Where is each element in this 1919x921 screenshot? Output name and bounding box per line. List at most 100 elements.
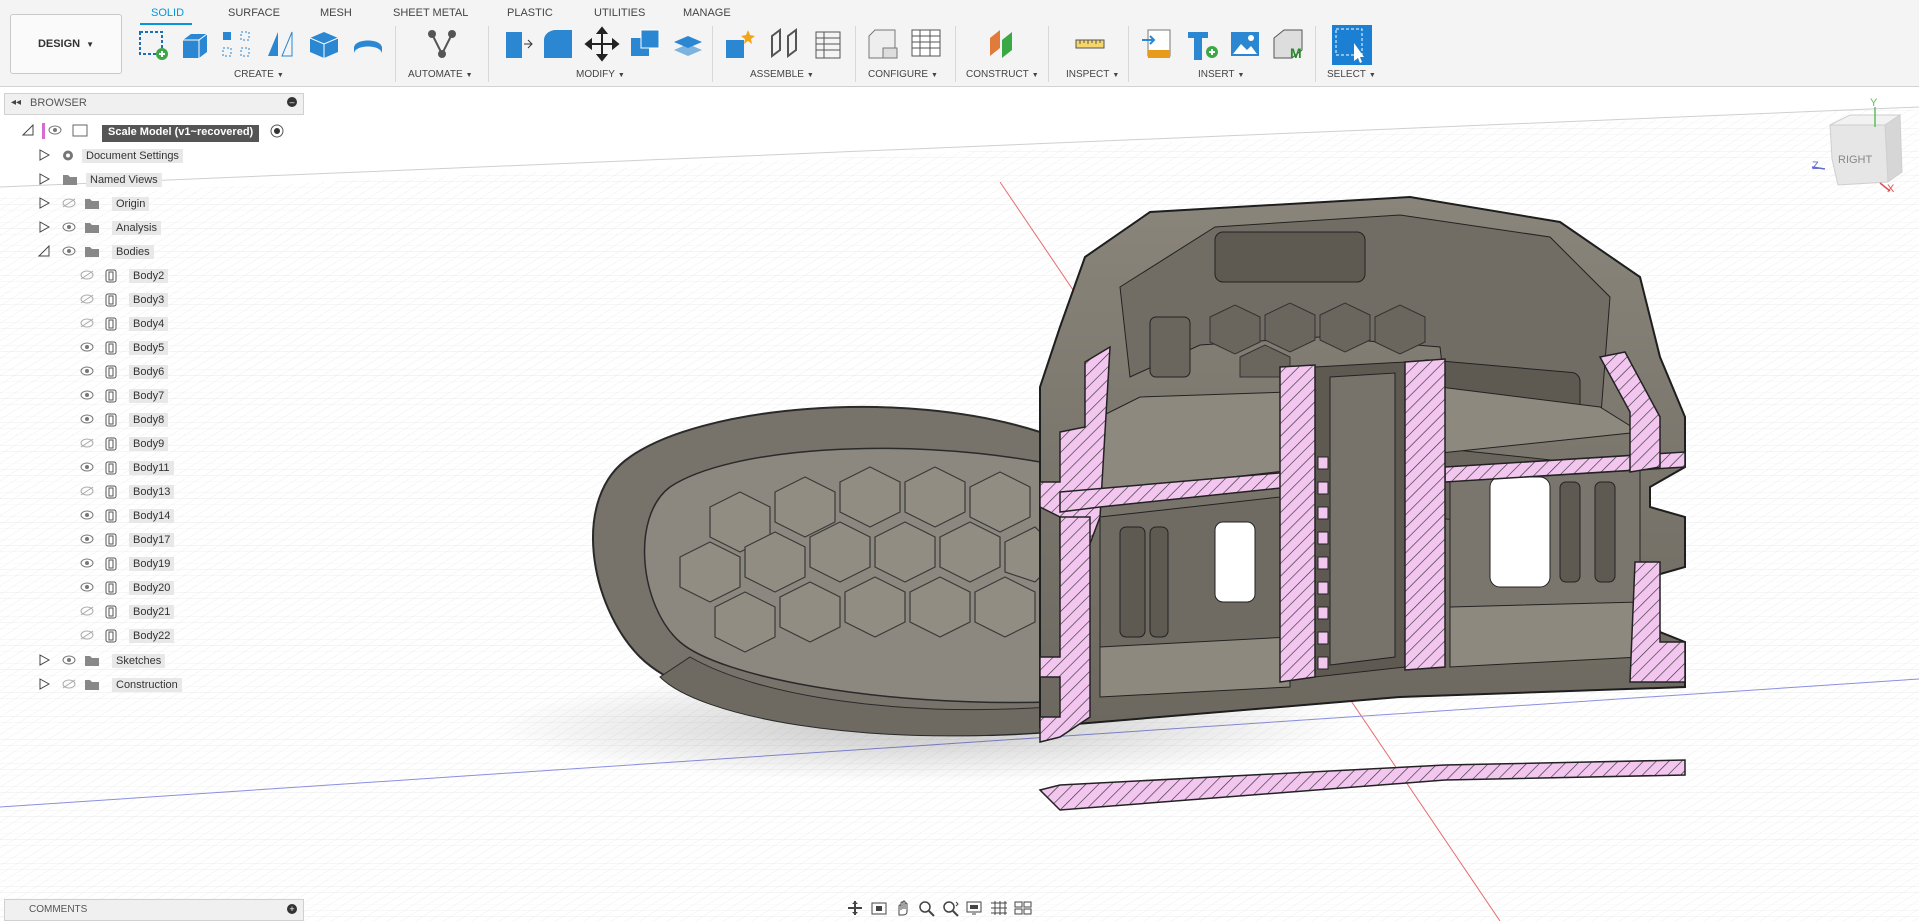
- tree-item-body[interactable]: Body3: [0, 289, 300, 311]
- tree-item-sketches[interactable]: Sketches: [0, 650, 300, 672]
- configure-icon[interactable]: [865, 26, 901, 62]
- tab-sheet-metal[interactable]: SHEET METAL: [393, 7, 468, 19]
- fit-window-icon[interactable]: [941, 899, 961, 917]
- press-pull-icon[interactable]: [500, 26, 536, 62]
- configuration-table-icon[interactable]: [908, 26, 944, 62]
- eye-icon[interactable]: [80, 414, 94, 424]
- construct-menu[interactable]: CONSTRUCT ▼: [966, 69, 1039, 80]
- pattern-icon[interactable]: [219, 26, 255, 62]
- eye-hidden-icon[interactable]: [80, 270, 94, 280]
- tree-item-body[interactable]: Body6: [0, 361, 300, 383]
- eye-icon[interactable]: [80, 366, 94, 376]
- tree-item-body[interactable]: Body8: [0, 409, 300, 431]
- tree-item-body[interactable]: Body2: [0, 265, 300, 287]
- tree-item-body[interactable]: Body7: [0, 385, 300, 407]
- eye-icon[interactable]: [80, 558, 94, 568]
- eye-hidden-icon[interactable]: [80, 606, 94, 616]
- move-icon[interactable]: [584, 26, 620, 62]
- activate-radio-icon[interactable]: [270, 124, 284, 138]
- eye-icon[interactable]: [62, 655, 76, 665]
- tab-mesh[interactable]: MESH: [320, 7, 352, 19]
- joint-icon[interactable]: [766, 26, 802, 62]
- tree-item-body[interactable]: Body14: [0, 505, 300, 527]
- tree-item-construction[interactable]: Construction: [0, 674, 300, 696]
- tree-item-body[interactable]: Body22: [0, 625, 300, 647]
- offset-plane-icon[interactable]: [984, 26, 1020, 62]
- collapsed-triangle-icon[interactable]: [38, 149, 50, 161]
- add-comment-icon[interactable]: +: [287, 904, 297, 914]
- orbit-icon[interactable]: [845, 899, 865, 917]
- look-at-icon[interactable]: [869, 899, 889, 917]
- tree-item-body[interactable]: Body5: [0, 337, 300, 359]
- minimize-icon[interactable]: –: [287, 97, 297, 107]
- viewports-icon[interactable]: [1013, 899, 1033, 917]
- expanded-triangle-icon[interactable]: [38, 245, 50, 257]
- insert-mesh-icon[interactable]: M: [1270, 26, 1306, 62]
- box-icon[interactable]: [306, 26, 342, 62]
- root-component-label[interactable]: Scale Model (v1~recovered): [102, 125, 260, 142]
- eye-icon[interactable]: [80, 582, 94, 592]
- new-component-icon[interactable]: [722, 26, 758, 62]
- insert-menu[interactable]: INSERT ▼: [1198, 69, 1244, 80]
- pan-hand-icon[interactable]: [893, 899, 913, 917]
- eye-hidden-icon[interactable]: [80, 486, 94, 496]
- tree-item-body[interactable]: Body21: [0, 601, 300, 623]
- select-menu[interactable]: SELECT ▼: [1327, 69, 1376, 80]
- eye-hidden-icon[interactable]: [80, 318, 94, 328]
- configure-menu[interactable]: CONFIGURE ▼: [868, 69, 938, 80]
- canvas-image-icon[interactable]: [1227, 26, 1263, 62]
- eye-hidden-icon[interactable]: [62, 198, 76, 208]
- collapsed-triangle-icon[interactable]: [38, 654, 50, 666]
- eye-icon[interactable]: [80, 462, 94, 472]
- insert-mcmaster-icon[interactable]: [1184, 26, 1220, 62]
- tree-item-body[interactable]: Body11: [0, 457, 300, 479]
- bom-table-icon[interactable]: [810, 26, 846, 62]
- eye-icon[interactable]: [62, 246, 76, 256]
- mirror-icon[interactable]: [262, 26, 298, 62]
- tree-item-body[interactable]: Body17: [0, 529, 300, 551]
- select-icon[interactable]: [1332, 25, 1372, 65]
- zoom-icon[interactable]: [917, 899, 937, 917]
- eye-icon[interactable]: [80, 510, 94, 520]
- automate-menu[interactable]: AUTOMATE ▼: [408, 69, 473, 80]
- offset-face-icon[interactable]: [670, 26, 706, 62]
- modify-menu[interactable]: MODIFY ▼: [576, 69, 625, 80]
- tree-item-body[interactable]: Body9: [0, 433, 300, 455]
- eye-hidden-icon[interactable]: [80, 294, 94, 304]
- collapsed-triangle-icon[interactable]: [38, 197, 50, 209]
- tree-item-document-settings[interactable]: Document Settings: [0, 145, 300, 167]
- display-settings-icon[interactable]: [965, 899, 985, 917]
- create-sketch-icon[interactable]: [136, 26, 172, 62]
- insert-svg-icon[interactable]: [1140, 26, 1176, 62]
- tab-utilities[interactable]: UTILITIES: [594, 7, 645, 19]
- workspace-switcher-button[interactable]: DESIGN ▼: [10, 14, 122, 74]
- tree-item-origin[interactable]: Origin: [0, 193, 300, 215]
- tree-item-bodies[interactable]: Bodies: [0, 241, 300, 263]
- viewcube-face-label[interactable]: RIGHT: [1838, 154, 1873, 166]
- tab-plastic[interactable]: PLASTIC: [507, 7, 553, 19]
- comments-panel[interactable]: COMMENTS +: [4, 899, 304, 921]
- measure-icon[interactable]: [1072, 26, 1108, 62]
- eye-hidden-icon[interactable]: [80, 438, 94, 448]
- eye-icon[interactable]: [48, 125, 62, 135]
- tree-item-body[interactable]: Body19: [0, 553, 300, 575]
- tree-item-named-views[interactable]: Named Views: [0, 169, 300, 191]
- tree-item-body[interactable]: Body20: [0, 577, 300, 599]
- grid-settings-icon[interactable]: [989, 899, 1009, 917]
- inspect-menu[interactable]: INSPECT ▼: [1066, 69, 1119, 80]
- collapsed-triangle-icon[interactable]: [38, 678, 50, 690]
- tree-item-body[interactable]: Body13: [0, 481, 300, 503]
- tree-item-body[interactable]: Body4: [0, 313, 300, 335]
- collapsed-triangle-icon[interactable]: [38, 221, 50, 233]
- combine-icon[interactable]: [627, 26, 663, 62]
- collapsed-triangle-icon[interactable]: [38, 173, 50, 185]
- eye-hidden-icon[interactable]: [62, 679, 76, 689]
- tab-surface[interactable]: SURFACE: [228, 7, 280, 19]
- expanded-triangle-icon[interactable]: [22, 124, 34, 136]
- eye-icon[interactable]: [80, 390, 94, 400]
- create-menu[interactable]: CREATE ▼: [234, 69, 284, 80]
- collapse-panel-icon[interactable]: ◂◂: [11, 97, 21, 108]
- assemble-menu[interactable]: ASSEMBLE ▼: [750, 69, 814, 80]
- tab-solid[interactable]: SOLID: [151, 7, 184, 19]
- pipe-icon[interactable]: [350, 26, 386, 62]
